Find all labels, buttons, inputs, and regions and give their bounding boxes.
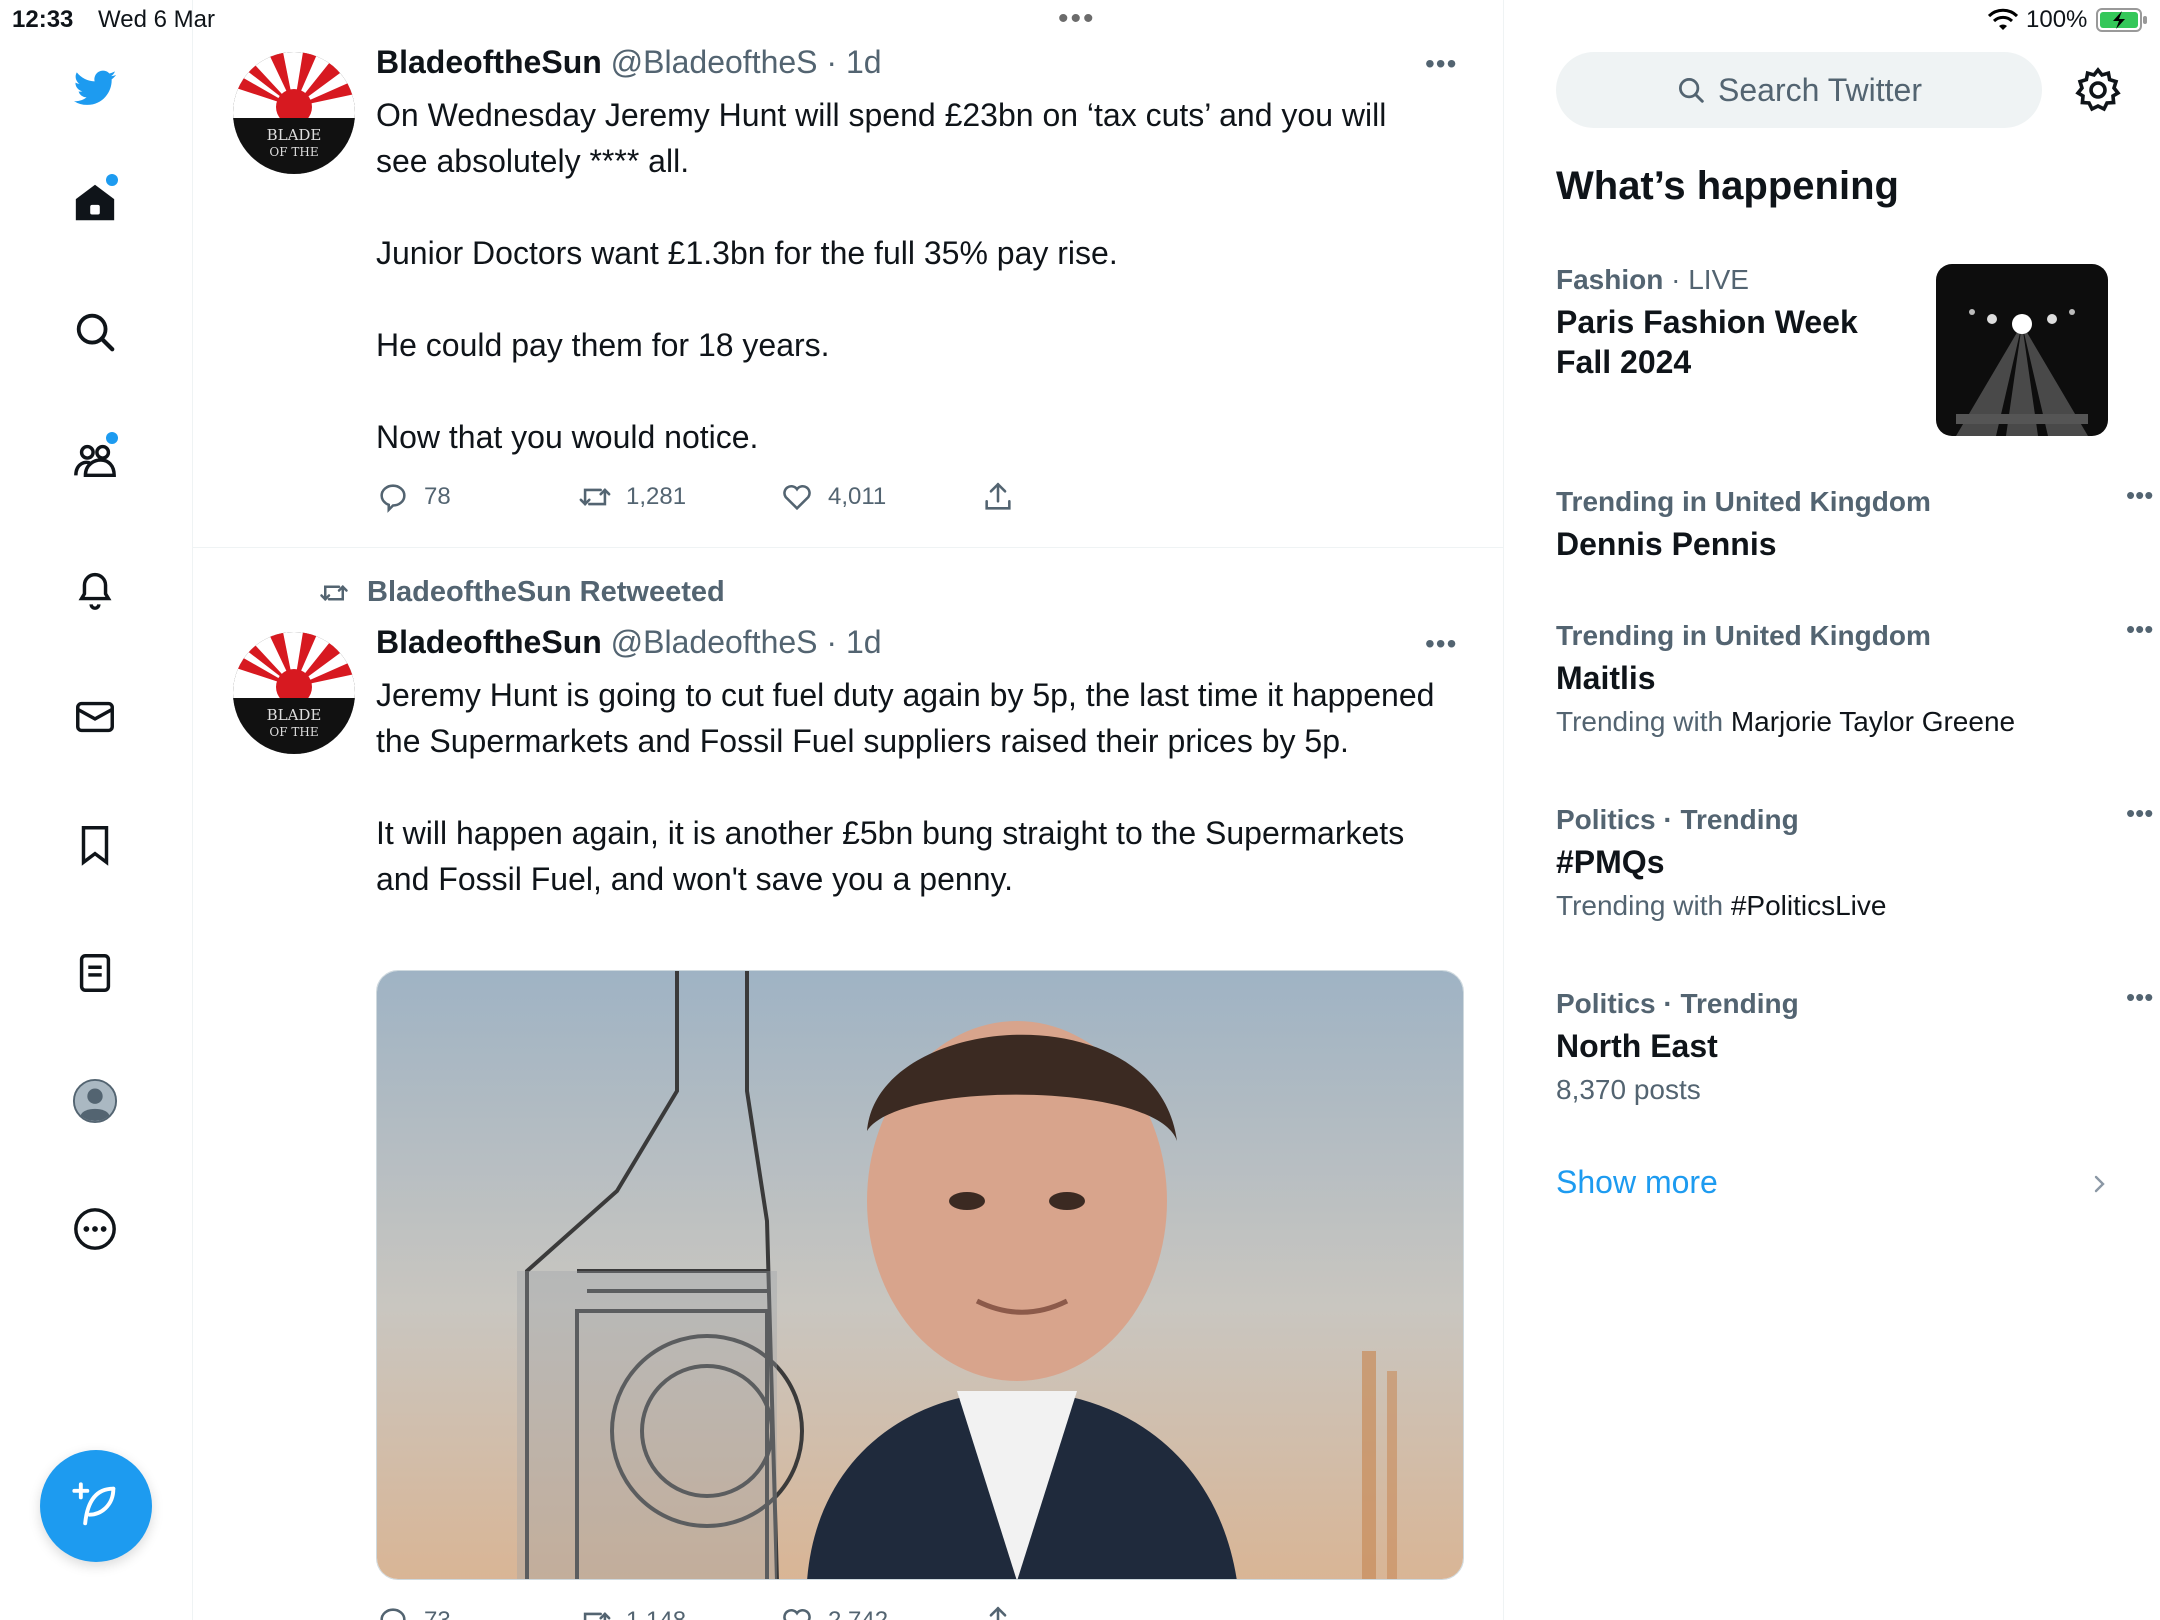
like-button[interactable]: 4,011	[780, 480, 886, 514]
like-count: 2,742	[828, 1607, 888, 1620]
whats-happening-title: What’s happening	[1556, 164, 1899, 208]
communities-unread-dot	[106, 432, 118, 444]
profile-avatar-icon[interactable]	[68, 1074, 122, 1128]
trend-topic: #PMQs	[1556, 844, 1665, 880]
notifications-bell-icon[interactable]	[68, 562, 122, 616]
like-button[interactable]: 2,742	[780, 1604, 888, 1620]
twitter-logo-icon[interactable]	[68, 62, 122, 116]
trend-topic: Maitlis	[1556, 660, 1656, 696]
tweet-time[interactable]: · 1d	[818, 44, 881, 80]
heart-icon	[783, 1608, 811, 1620]
svg-text:BLADE: BLADE	[267, 126, 322, 144]
trend-post-count: 8,370 posts	[1556, 1074, 1701, 1105]
display-name[interactable]: BladeoftheSun	[376, 44, 602, 80]
retweet-icon	[320, 584, 348, 601]
trend-subtext: Trending with Marjorie Taylor Greene	[1556, 706, 2016, 737]
trend-item[interactable]: Trending in United Kingdom Maitlis Trend…	[1556, 614, 2153, 738]
gear-icon[interactable]	[2074, 66, 2122, 114]
tweet-text: Jeremy Hunt is going to cut fuel duty ag…	[376, 677, 1435, 897]
share-button[interactable]	[981, 1604, 1015, 1620]
retweet-icon	[579, 488, 611, 506]
svg-text:BLADE: BLADE	[267, 706, 322, 724]
compose-tweet-button[interactable]	[40, 1450, 152, 1562]
handle[interactable]: @BladeoftheS	[611, 624, 818, 660]
avatar[interactable]: BLADE OF THE	[233, 632, 355, 754]
svg-text:OF THE: OF THE	[269, 725, 318, 739]
tweet-header: BladeoftheSun @BladeoftheS · 1d	[376, 624, 882, 661]
messages-envelope-icon[interactable]	[68, 690, 122, 744]
home-unread-dot	[106, 174, 118, 186]
left-navigation	[0, 0, 193, 1620]
retweeted-label: BladeoftheSun Retweeted	[367, 576, 725, 608]
retweet-icon	[583, 1612, 611, 1620]
right-sidebar: Search Twitter What’s happening Fashion …	[1504, 0, 2160, 1620]
trend-item[interactable]: Trending in United Kingdom Dennis Pennis…	[1556, 480, 2153, 564]
bookmark-icon[interactable]	[68, 818, 122, 872]
trend-more-button[interactable]: •••	[2126, 480, 2153, 511]
reply-button[interactable]: 73	[376, 1604, 451, 1620]
tweet-actions: 73 1,148 2,742	[376, 1604, 1056, 1620]
timeline: BLADE OF THE BladeoftheSun @BladeoftheS …	[193, 0, 1504, 1620]
retweet-button[interactable]: 1,148	[578, 1604, 686, 1620]
trend-thumbnail[interactable]	[1936, 264, 2108, 436]
trend-topic: Paris Fashion Week Fall 2024	[1556, 304, 1858, 380]
trend-subtext: Trending with #PoliticsLive	[1556, 890, 1887, 921]
heart-icon	[783, 484, 811, 511]
search-input[interactable]: Search Twitter	[1556, 52, 2042, 128]
more-circle-icon[interactable]	[68, 1202, 122, 1256]
tweet[interactable]: BLADE OF THE BladeoftheSun @BladeoftheS …	[193, 40, 1504, 548]
retweet-count: 1,281	[626, 483, 687, 510]
trend-category: Politics · Trending	[1556, 988, 1799, 1019]
share-icon	[985, 482, 1011, 510]
handle[interactable]: @BladeoftheS	[611, 44, 818, 80]
share-icon	[989, 1606, 1007, 1620]
tweet-header: BladeoftheSun @BladeoftheS · 1d	[376, 44, 882, 81]
like-count: 4,011	[828, 483, 887, 510]
tweet-actions: 78 1,281 4,011	[376, 480, 1056, 520]
trend-more-button[interactable]: •••	[2126, 982, 2153, 1013]
search-icon	[1679, 78, 1704, 103]
compose-feather-icon	[72, 1482, 116, 1526]
tweet-media-image[interactable]	[376, 970, 1464, 1580]
trend-more-button[interactable]: •••	[2126, 614, 2153, 645]
avatar[interactable]: BLADE OF THE	[233, 52, 355, 174]
retweet-count: 1,148	[626, 1607, 686, 1620]
trend-item[interactable]: Politics · Trending North East 8,370 pos…	[1556, 982, 2153, 1106]
trend-topic: Dennis Pennis	[1556, 526, 1777, 562]
retweeted-by[interactable]: BladeoftheSun Retweeted	[315, 576, 725, 609]
trend-category: Trending in United Kingdom	[1556, 620, 1931, 651]
search-icon[interactable]	[68, 305, 122, 359]
reply-count: 73	[424, 1607, 451, 1620]
svg-text:OF THE: OF THE	[269, 145, 318, 159]
retweet-button[interactable]: 1,281	[578, 480, 686, 514]
share-button[interactable]	[981, 480, 1015, 514]
show-more-link[interactable]: Show more	[1556, 1164, 1718, 1201]
trend-category: Politics · Trending	[1556, 804, 1799, 835]
tweet-time[interactable]: · 1d	[818, 624, 881, 660]
tweet-more-button[interactable]: •••	[1425, 48, 1457, 80]
reply-icon	[380, 484, 406, 513]
trend-item[interactable]: Politics · Trending #PMQs Trending with …	[1556, 798, 2153, 922]
trend-more-button[interactable]: •••	[2126, 798, 2153, 829]
reply-count: 78	[424, 483, 451, 510]
trend-topic: North East	[1556, 1028, 1718, 1064]
search-placeholder: Search Twitter	[1718, 71, 1922, 108]
tweet-text: On Wednesday Jeremy Hunt will spend £23b…	[376, 97, 1387, 455]
trend-category: Trending in United Kingdom	[1556, 486, 1931, 517]
reply-icon	[380, 1608, 406, 1620]
lists-icon[interactable]	[68, 946, 122, 1000]
live-label: · LIVE	[1663, 264, 1749, 295]
tweet-more-button[interactable]: •••	[1425, 628, 1457, 660]
chevron-right-icon	[2094, 1175, 2105, 1193]
tweet[interactable]: BladeoftheSun Retweeted BLADE OF THE Bla…	[193, 548, 1504, 1620]
reply-button[interactable]: 78	[376, 480, 451, 514]
display-name[interactable]: BladeoftheSun	[376, 624, 602, 660]
